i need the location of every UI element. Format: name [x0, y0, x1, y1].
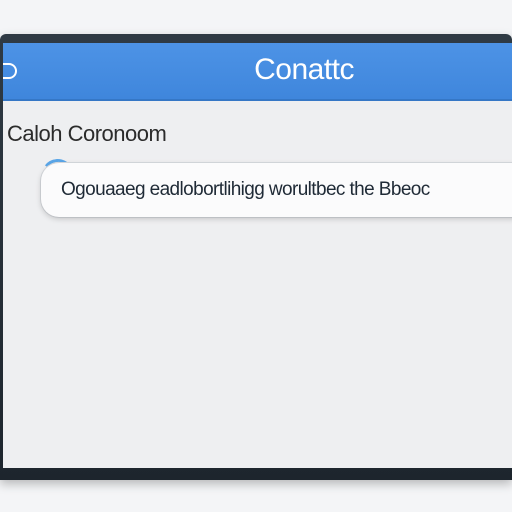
message-input-value: Ogouaaeg eadlobortlihigg worultbec the B… — [61, 179, 430, 200]
device-frame: Conattc Caloh Coronoom Ogouaaeg eadlobor… — [0, 34, 512, 480]
app-header: Conattc — [3, 43, 512, 101]
section-label: Caloh Coronoom — [7, 121, 167, 146]
message-input[interactable]: Ogouaaeg eadlobortlihigg worultbec the B… — [41, 163, 512, 217]
content-area — [3, 223, 512, 468]
back-icon[interactable] — [3, 63, 17, 79]
app-screen: Conattc Caloh Coronoom Ogouaaeg eadlobor… — [3, 43, 512, 468]
header-title: Conattc — [254, 53, 354, 86]
